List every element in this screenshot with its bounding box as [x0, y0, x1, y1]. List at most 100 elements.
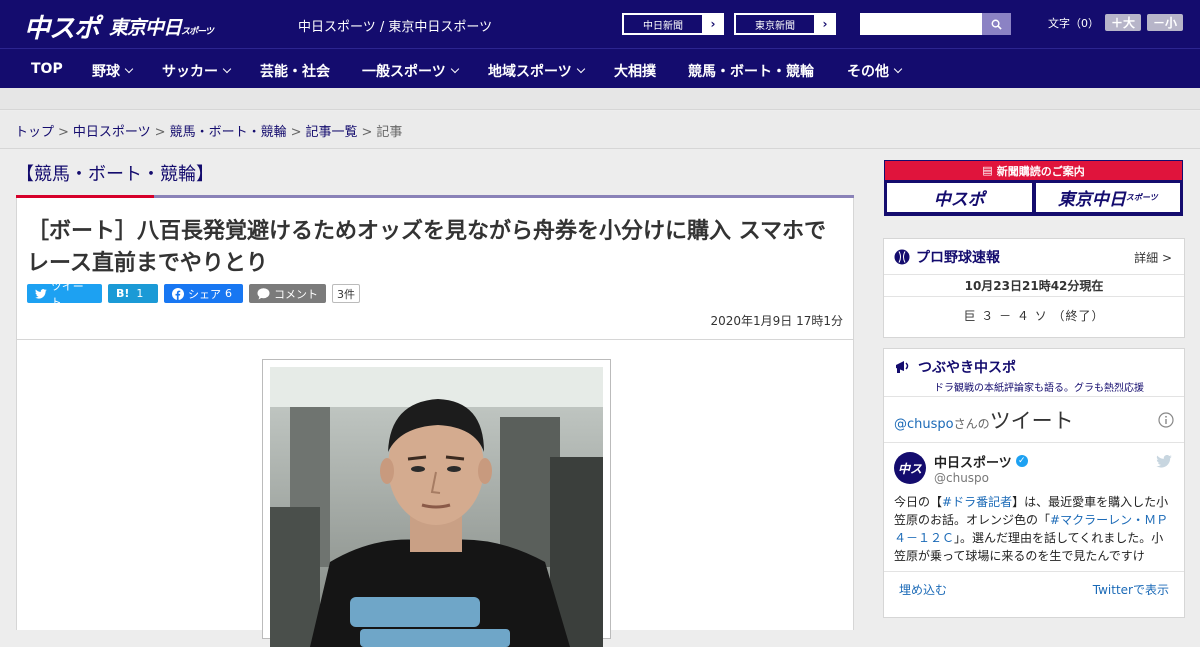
search-input[interactable]	[860, 13, 982, 35]
hatena-bookmark-button[interactable]: B! 1	[108, 284, 158, 303]
tweet-text: 今日の【#ドラ番記者】は、最近愛車を購入した小笠原のお話。オレンジ色の「#マクラ…	[884, 493, 1184, 571]
logo-chuspo: 中スポ	[24, 14, 100, 44]
nav-entertainment[interactable]: 芸能・社会	[260, 61, 330, 81]
share-buttons: ツイート B! 1 シェア 6 コメント 3件	[27, 280, 360, 309]
nav-regional-sports[interactable]: 地域スポーツ	[488, 61, 585, 81]
photo-area	[16, 340, 854, 647]
article-header: ［ボート］八百長発覚避けるためオッズを見ながら舟券を小分けに購入 スマホで レー…	[16, 198, 854, 340]
facebook-icon	[172, 287, 184, 300]
verified-icon: ✓	[1015, 455, 1028, 467]
comment-label: コメント	[274, 287, 318, 301]
search-icon	[991, 19, 1002, 30]
site-logo[interactable]: 中スポ 東京中日スポーツ	[24, 8, 214, 45]
twitter-icon	[1156, 455, 1172, 468]
headline-line-2: レース直前までやりとり	[27, 251, 268, 276]
baseball-detail-link[interactable]: 詳細 >	[1134, 249, 1172, 266]
nav-baseball[interactable]: 野球	[92, 61, 134, 81]
nav-top[interactable]: TOP	[31, 61, 63, 77]
timeline-tweet-label: ツイート	[989, 408, 1074, 433]
timeline-user-line: @chuspoさんのツイート	[894, 405, 1074, 435]
headline-line-1: ［ボート］八百長発覚避けるためオッズを見ながら舟券を小分けに購入 スマホで	[27, 219, 827, 244]
baseball-score-row[interactable]: 巨 ３ － ４ ソ （終了）	[884, 297, 1184, 333]
twitter-icon	[35, 288, 47, 299]
speech-bubble-icon	[257, 287, 270, 299]
nav-soccer[interactable]: サッカー	[162, 61, 232, 81]
tsubuyaki-subtitle: ドラ観戦の本紙評論家も語る。グラも熱烈応援	[934, 383, 1144, 394]
comment-button[interactable]: コメント	[249, 284, 326, 303]
breadcrumb-racing[interactable]: 競馬・ボート・競輪	[170, 125, 287, 140]
chevron-down-icon	[450, 64, 459, 74]
comment-count: 3件	[332, 284, 360, 303]
tsubuyaki-title: つぶやき中スポ	[918, 360, 1016, 376]
hatena-count: 1	[136, 287, 144, 300]
tsubuyaki-title-row: つぶやき中スポ	[894, 357, 1174, 377]
breadcrumb-current: 記事	[376, 125, 403, 140]
baseball-icon	[894, 249, 910, 264]
subscribe-chuspo-button[interactable]: 中スポ	[887, 183, 1032, 212]
top-header: 中スポ 東京中日スポーツ 中日スポーツ / 東京中日スポーツ 中日新聞 › 東京…	[0, 0, 1200, 48]
subscribe-tokyo-chunichi-button[interactable]: 東京中日 スポーツ	[1035, 183, 1180, 212]
baseball-box-header: プロ野球速報 詳細 >	[884, 239, 1184, 275]
racer-portrait-image	[270, 367, 603, 647]
nav-label: 一般スポーツ	[362, 64, 446, 80]
font-smaller-button[interactable]: －小	[1147, 14, 1184, 31]
article-date: 2020年1月9日 17時1分	[710, 314, 843, 328]
hatena-icon: B!	[116, 287, 130, 300]
chevron-down-icon	[576, 64, 585, 74]
nav-label: TOP	[31, 61, 63, 77]
baseball-box-title: プロ野球速報	[916, 249, 1000, 266]
nav-racing[interactable]: 競馬・ボート・競輪	[688, 61, 814, 81]
nav-label: 競馬・ボート・競輪	[688, 64, 814, 80]
font-larger-button[interactable]: ＋大	[1105, 14, 1142, 31]
subscribe-tokyo-label: 東京中日	[1057, 190, 1126, 210]
paper-button-label: 東京新聞	[735, 14, 815, 34]
main-nav: TOP 野球 サッカー 芸能・社会 一般スポーツ 地域スポーツ 大相撲 競馬・ボ…	[0, 48, 1200, 88]
facebook-label: シェア	[188, 287, 221, 301]
subscription-buttons: 中スポ 東京中日 スポーツ	[885, 180, 1182, 215]
chevron-down-icon	[222, 64, 232, 74]
font-size-control: 文字（0） ＋大 －小	[1048, 14, 1184, 31]
tweet-timeline-header: @chuspoさんのツイート	[884, 397, 1184, 443]
embed-link[interactable]: 埋め込む	[899, 581, 947, 598]
tweet-author-info: 中日スポーツ ✓ @chuspo	[934, 452, 1028, 485]
tweet-author: 中ス 中日スポーツ ✓ @chuspo	[884, 443, 1184, 493]
nav-sumo[interactable]: 大相撲	[614, 61, 656, 81]
category-heading: 【競馬・ボート・競輪】	[16, 164, 214, 185]
tokyo-shimbun-button[interactable]: 東京新聞 ›	[734, 13, 836, 35]
tweet-author-name-row: 中日スポーツ ✓	[934, 452, 1028, 471]
breadcrumb-top[interactable]: トップ	[15, 125, 54, 140]
timeline-san: さんの	[953, 416, 990, 431]
breadcrumb-article-list[interactable]: 記事一覧	[306, 125, 358, 140]
tweet-widget-footer: 埋め込む Twitterで表示	[884, 571, 1184, 607]
nav-general-sports[interactable]: 一般スポーツ	[362, 61, 459, 81]
avatar[interactable]: 中ス	[894, 452, 926, 484]
facebook-share-button[interactable]: シェア 6	[164, 284, 243, 303]
chunichi-shimbun-button[interactable]: 中日新聞 ›	[622, 13, 724, 35]
tweet-label: ツイート	[50, 279, 84, 309]
tweet-text-part: 今日の【	[894, 495, 943, 509]
nav-other[interactable]: その他	[847, 61, 903, 81]
font-size-label: 文字（0）	[1048, 16, 1099, 30]
chevron-down-icon	[124, 64, 134, 74]
nav-label: その他	[847, 64, 889, 80]
photo-frame	[262, 359, 611, 647]
hashtag-link[interactable]: #ドラ番記者	[942, 495, 1012, 509]
search-box	[860, 13, 1011, 35]
nav-label: 芸能・社会	[260, 64, 330, 80]
article-headline: ［ボート］八百長発覚避けるためオッズを見ながら舟券を小分けに購入 スマホで レー…	[27, 216, 847, 280]
search-button[interactable]	[982, 13, 1011, 35]
subscribe-tokyo-small: スポーツ	[1125, 193, 1158, 202]
chevron-down-icon	[893, 64, 903, 74]
view-on-twitter-link[interactable]: Twitterで表示	[1093, 581, 1169, 598]
tweet-author-handle[interactable]: @chuspo	[934, 471, 1028, 485]
nav-label: サッカー	[162, 64, 218, 80]
article-photo[interactable]	[270, 367, 603, 647]
info-icon[interactable]	[1158, 411, 1174, 428]
newspaper-icon: ▤	[982, 164, 993, 177]
tweet-button[interactable]: ツイート	[27, 280, 102, 309]
timeline-user-link[interactable]: @chuspo	[894, 417, 954, 432]
subscription-banner-header: ▤ 新聞購読のご案内	[885, 161, 1182, 180]
site-links[interactable]: 中日スポーツ / 東京中日スポーツ	[298, 16, 492, 35]
tweet-author-name[interactable]: 中日スポーツ	[934, 452, 1012, 471]
breadcrumb-chunichi-sports[interactable]: 中日スポーツ	[73, 125, 151, 140]
